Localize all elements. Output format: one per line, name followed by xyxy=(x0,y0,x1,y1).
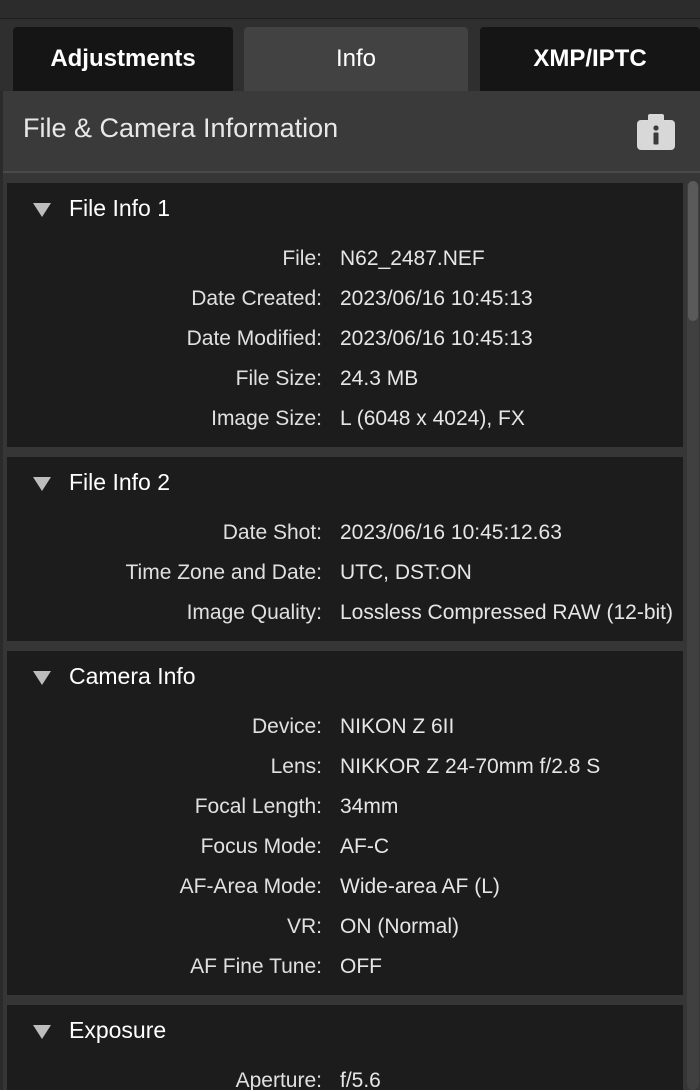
section-title: File Info 1 xyxy=(69,195,170,221)
row-label: Lens: xyxy=(270,755,322,778)
section-header[interactable]: File Info 1 xyxy=(7,183,683,233)
row-value: AF-C xyxy=(340,835,389,858)
row-value: L (6048 x 4024), FX xyxy=(340,407,525,430)
tab-bar: Adjustments Info XMP/IPTC xyxy=(0,19,700,91)
row-value: 2023/06/16 10:45:13 xyxy=(340,327,533,350)
section-file-info-2: File Info 2 Date Shot: 2023/06/16 10:45:… xyxy=(7,457,683,641)
row-value: N62_2487.NEF xyxy=(340,247,485,270)
info-row-file-size: File Size: 24.3 MB xyxy=(7,359,683,399)
row-label: Date Created: xyxy=(191,287,322,310)
row-value: NIKON Z 6II xyxy=(340,715,455,738)
info-row-focus-mode: Focus Mode: AF-C xyxy=(7,827,683,867)
scrollbar-thumb[interactable] xyxy=(688,181,698,321)
row-label: VR: xyxy=(286,915,322,938)
panel-header: File & Camera Information xyxy=(3,91,700,173)
info-row-aperture: Aperture: f/5.6 xyxy=(7,1061,683,1090)
disclosure-triangle-icon[interactable] xyxy=(33,203,51,217)
panel-title: File & Camera Information xyxy=(23,113,339,143)
info-content[interactable]: File Info 1 File: N62_2487.NEF Date Crea… xyxy=(3,173,700,1090)
info-row-time-zone: Time Zone and Date: UTC, DST:ON xyxy=(7,553,683,593)
section-header[interactable]: Camera Info xyxy=(7,651,683,701)
row-label: Image Quality: xyxy=(186,601,322,624)
info-row-lens: Lens: NIKKOR Z 24-70mm f/2.8 S xyxy=(7,747,683,787)
row-label: Date Shot: xyxy=(222,521,322,544)
row-label: Time Zone and Date: xyxy=(125,561,323,584)
section-title: Exposure xyxy=(69,1017,167,1043)
row-value: 2023/06/16 10:45:12.63 xyxy=(340,521,562,544)
info-row-date-modified: Date Modified: 2023/06/16 10:45:13 xyxy=(7,319,683,359)
row-label: Image Size: xyxy=(211,407,322,430)
vertical-scrollbar[interactable] xyxy=(687,181,699,1090)
row-label: Date Modified: xyxy=(186,327,322,350)
row-value: 34mm xyxy=(340,795,399,818)
row-label: Aperture: xyxy=(235,1069,322,1090)
info-row-image-size: Image Size: L (6048 x 4024), FX xyxy=(7,399,683,439)
info-row-af-area-mode: AF-Area Mode: Wide-area AF (L) xyxy=(7,867,683,907)
info-camera-icon[interactable] xyxy=(636,113,676,151)
info-row-focal-length: Focal Length: 34mm xyxy=(7,787,683,827)
section-camera-info: Camera Info Device: NIKON Z 6II Lens: NI… xyxy=(7,651,683,995)
info-row-file: File: N62_2487.NEF xyxy=(7,239,683,279)
row-label: File: xyxy=(282,247,322,270)
info-row-device: Device: NIKON Z 6II xyxy=(7,707,683,747)
section-title: Camera Info xyxy=(69,663,196,689)
disclosure-triangle-icon[interactable] xyxy=(33,1025,51,1039)
row-value: f/5.6 xyxy=(340,1069,381,1090)
section-header[interactable]: File Info 2 xyxy=(7,457,683,507)
info-row-vr: VR: ON (Normal) xyxy=(7,907,683,947)
row-label: AF-Area Mode: xyxy=(179,875,322,898)
row-value: UTC, DST:ON xyxy=(340,561,472,584)
section-file-info-1: File Info 1 File: N62_2487.NEF Date Crea… xyxy=(7,183,683,447)
row-value: ON (Normal) xyxy=(340,915,459,938)
window-top-strip xyxy=(0,0,700,19)
info-row-af-fine-tune: AF Fine Tune: OFF xyxy=(7,947,683,987)
row-value: Lossless Compressed RAW (12-bit) xyxy=(340,601,673,624)
section-exposure: Exposure Aperture: f/5.6 xyxy=(7,1005,683,1090)
row-value: OFF xyxy=(340,955,382,978)
disclosure-triangle-icon[interactable] xyxy=(33,671,51,685)
row-label: File Size: xyxy=(235,367,322,390)
tab-adjustments[interactable]: Adjustments xyxy=(13,27,233,91)
info-row-date-created: Date Created: 2023/06/16 10:45:13 xyxy=(7,279,683,319)
row-label: Focus Mode: xyxy=(200,835,322,858)
tab-info[interactable]: Info xyxy=(244,27,468,91)
section-header[interactable]: Exposure xyxy=(7,1005,683,1055)
tab-xmp-iptc[interactable]: XMP/IPTC xyxy=(480,27,700,91)
info-row-image-quality: Image Quality: Lossless Compressed RAW (… xyxy=(7,593,683,633)
row-value: 2023/06/16 10:45:13 xyxy=(340,287,533,310)
row-value: 24.3 MB xyxy=(340,367,419,390)
row-label: Focal Length: xyxy=(194,795,322,818)
row-value: Wide-area AF (L) xyxy=(340,875,500,898)
disclosure-triangle-icon[interactable] xyxy=(33,477,51,491)
row-label: AF Fine Tune: xyxy=(190,955,322,978)
section-title: File Info 2 xyxy=(69,469,170,495)
info-row-date-shot: Date Shot: 2023/06/16 10:45:12.63 xyxy=(7,513,683,553)
row-value: NIKKOR Z 24-70mm f/2.8 S xyxy=(340,755,601,778)
row-label: Device: xyxy=(251,715,322,738)
